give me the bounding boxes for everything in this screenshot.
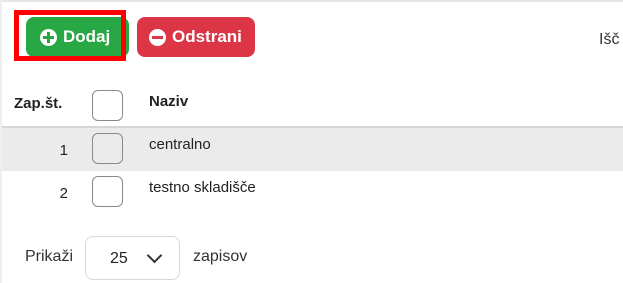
show-label: Prikaži — [25, 248, 74, 265]
select-all-checkbox[interactable] — [92, 90, 123, 121]
records-label: zapisov — [193, 248, 248, 265]
search-label: Išč — [599, 31, 620, 48]
column-header-number: Zap.št. — [14, 95, 63, 112]
column-header-name[interactable]: Naziv — [149, 93, 188, 110]
minus-circle-icon — [149, 28, 166, 46]
page-size-select[interactable]: 25 — [85, 236, 180, 280]
remove-button-label: Odstrani — [172, 27, 242, 46]
row-name: centralno — [149, 136, 211, 153]
row-checkbox[interactable] — [92, 133, 123, 164]
add-button-highlight — [14, 10, 126, 61]
panel-top-border — [0, 0, 623, 2]
row-number: 1 — [59, 142, 68, 159]
row-name: testno skladišče — [149, 179, 256, 196]
remove-button[interactable]: Odstrani — [137, 17, 255, 57]
row-checkbox[interactable] — [92, 176, 123, 207]
page-size-value: 25 — [110, 250, 128, 267]
row-number: 2 — [59, 185, 68, 202]
chevron-down-icon — [146, 247, 163, 264]
